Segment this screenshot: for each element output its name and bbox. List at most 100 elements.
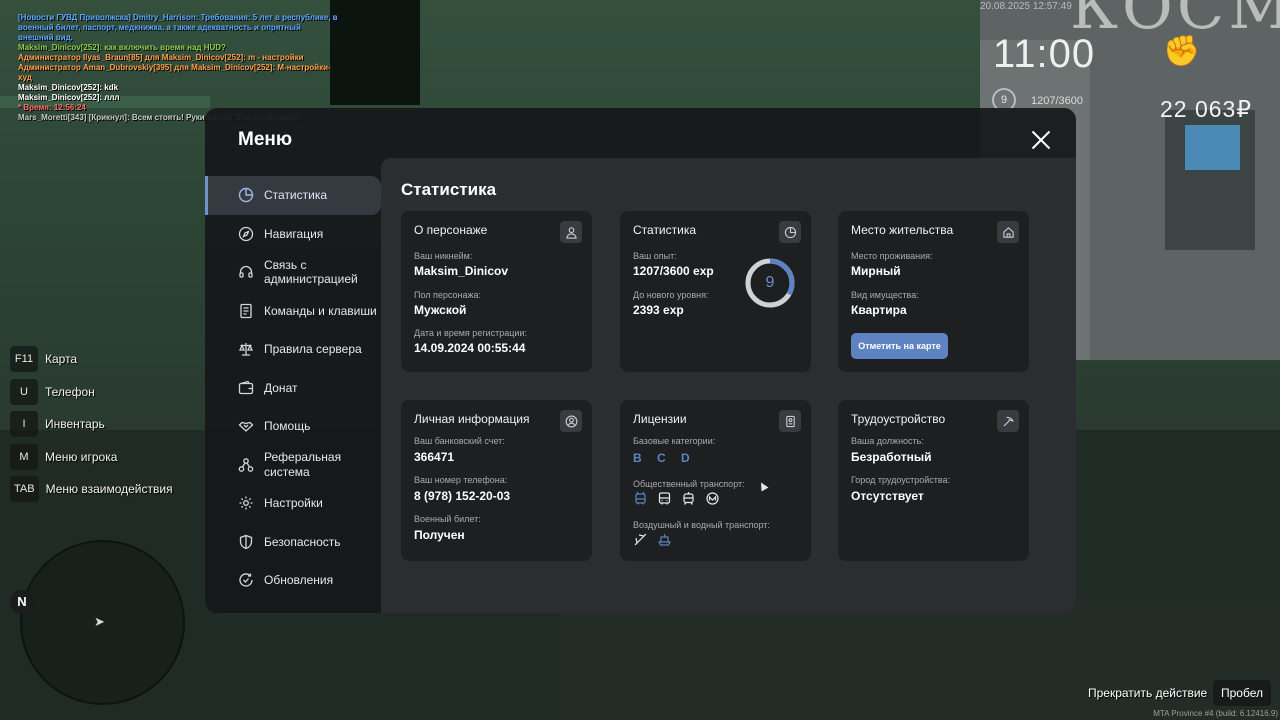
registration-label: Дата и время регистрации: xyxy=(414,328,527,338)
wallet-icon xyxy=(238,380,254,396)
hud-exp: 1207/3600 xyxy=(1031,95,1083,107)
base-categories-value: B C D xyxy=(633,451,696,465)
hotkey-key: I xyxy=(10,411,38,437)
sidebar-item-label: Навигация xyxy=(264,226,324,241)
sidebar-item-donate[interactable]: Донат xyxy=(205,369,381,408)
headset-icon xyxy=(238,264,254,280)
fist-icon: ✊ xyxy=(1163,35,1201,68)
sidebar-item-label: Безопасность xyxy=(264,534,341,549)
hotkey-interaction-menu[interactable]: TAB Меню взаимодействия xyxy=(10,476,173,502)
sidebar-item-label: Помощь xyxy=(264,419,311,433)
nickname-label: Ваш никнейм: xyxy=(414,251,473,261)
registration-value: 14.09.2024 00:55:44 xyxy=(414,341,526,355)
property-label: Вид имущества: xyxy=(851,290,919,300)
chat-line: Maksim_Dinicov[252]: kdk xyxy=(18,83,119,92)
hud-money: 22 063₽ xyxy=(1160,96,1252,122)
sidebar-item-updates[interactable]: Обновления xyxy=(205,561,381,600)
card-residence: Место жительства Место проживания: Мирны… xyxy=(838,211,1029,372)
north-indicator: N xyxy=(10,590,34,614)
panel-title: Статистика xyxy=(401,180,497,199)
hotkey-label: Карта xyxy=(45,352,78,366)
hud-time: 11:00 xyxy=(993,32,1096,76)
property-value: Квартира xyxy=(851,303,907,317)
license-icon xyxy=(779,410,801,432)
sidebar-item-label: Настройки xyxy=(264,496,323,510)
trolleybus-icon xyxy=(635,491,646,505)
menu-window: Меню Статистика Навигация Связь с админи… xyxy=(205,108,1076,613)
compass-icon xyxy=(238,226,254,242)
cancel-action-label: Прекратить действие xyxy=(1088,686,1208,700)
card-employment: Трудоустройство Ваша должность: Безработ… xyxy=(838,400,1029,561)
hotkey-key: U xyxy=(10,378,38,405)
bank-account-value: 366471 xyxy=(414,450,455,464)
sidebar-item-navigation[interactable]: Навигация xyxy=(205,215,381,254)
sidebar-item-statistics[interactable]: Статистика xyxy=(205,176,381,215)
job-city-value: Отсутствует xyxy=(851,489,924,503)
pie-chart-icon xyxy=(238,187,254,203)
next-level-label: До нового уровня: xyxy=(633,290,709,300)
hotkey-label: Меню игрока xyxy=(45,449,118,464)
tram-icon xyxy=(683,492,694,505)
hotkey-label: Инвентарь xyxy=(45,417,105,431)
residence-label: Место проживания: xyxy=(851,251,933,261)
sidebar-item-settings[interactable]: Настройки xyxy=(205,484,381,523)
residence-value: Мирный xyxy=(851,264,901,278)
referral-icon xyxy=(238,457,254,473)
hotkey-map[interactable]: F11 Карта xyxy=(10,346,173,372)
phone-value: 8 (978) 152-20-03 xyxy=(414,489,511,503)
chat-line: Администратор Aman_Dubrovskiy[395] для M… xyxy=(18,63,331,82)
chat-log: [Новости ГУВД Приволжска] Dmitry_Harriso… xyxy=(18,13,338,123)
chat-line: [Новости ГУВД Приволжска] Dmitry_Harriso… xyxy=(18,13,338,42)
card-title: Личная информация xyxy=(414,412,530,426)
bus-icon xyxy=(658,492,671,505)
sidebar-item-label: Правила сервера xyxy=(264,342,362,356)
gender-value: Мужской xyxy=(414,303,467,317)
chat-line: Maksim_Dinicov[252]: как включить время … xyxy=(18,43,226,52)
hotkey-phone[interactable]: U Телефон xyxy=(10,378,173,405)
pickaxe-icon xyxy=(997,410,1019,432)
update-icon xyxy=(238,572,254,588)
hotkey-key: F11 xyxy=(10,346,38,372)
metro-icon xyxy=(706,492,719,505)
hotkey-key: M xyxy=(10,443,38,470)
hotkey-inventory[interactable]: I Инвентарь xyxy=(10,411,173,437)
sidebar-item-commands[interactable]: Команды и клавиши xyxy=(205,292,381,331)
floor-slab xyxy=(560,600,1280,720)
rates-board xyxy=(330,0,420,105)
hotkey-key: TAB xyxy=(10,476,39,502)
card-title: Статистика xyxy=(633,223,697,237)
sidebar-item-referral[interactable]: Реферальная система xyxy=(205,446,381,485)
sidebar-item-help[interactable]: Помощь xyxy=(205,407,381,446)
gear-icon xyxy=(238,495,254,511)
shield-icon xyxy=(238,534,254,550)
statistics-panel: Статистика О персонаже Ваш никнейм: Maks… xyxy=(381,158,1076,613)
atm-screen xyxy=(1185,125,1240,170)
player-arrow-icon: ➤ xyxy=(94,614,105,629)
public-transport-label: Общественный транспорт: xyxy=(633,479,745,489)
hotkey-label: Меню взаимодействия xyxy=(45,482,173,496)
sidebar-item-admin-contact[interactable]: Связь с администрацией xyxy=(205,253,381,292)
mark-on-map-button[interactable]: Отметить на карте xyxy=(851,333,948,359)
sidebar-item-label: Команды и клавиши xyxy=(264,303,377,318)
sidebar-item-security[interactable]: Безопасность xyxy=(205,523,381,562)
close-icon[interactable] xyxy=(1030,129,1052,151)
document-icon xyxy=(238,303,254,319)
sidebar-item-label: Обновления xyxy=(264,573,334,587)
card-personal: Личная информация Ваш банковский счет: 3… xyxy=(401,400,592,561)
card-character: О персонаже Ваш никнейм: Maksim_Dinicov … xyxy=(401,211,592,372)
hotkey-player-menu[interactable]: M Меню игрока xyxy=(10,443,173,470)
air-water-transport-icons xyxy=(633,532,672,547)
home-icon xyxy=(997,221,1019,243)
base-categories-label: Базовые категории: xyxy=(633,436,716,446)
card-statistics: Статистика Ваш опыт: 1207/3600 exp До но… xyxy=(620,211,811,372)
job-city-label: Город трудоустройства: xyxy=(851,475,951,485)
sidebar-item-label: Реферальная система xyxy=(264,450,342,479)
card-title: Место жительства xyxy=(851,223,954,237)
sidebar-item-rules[interactable]: Правила сервера xyxy=(205,330,381,369)
space-key-button[interactable]: Пробел xyxy=(1213,680,1271,706)
phone-label: Ваш номер телефона: xyxy=(414,475,508,485)
sidebar-item-label: Статистика xyxy=(264,188,328,202)
chat-line: Maksim_Dinicov[252]: ллл xyxy=(18,93,120,102)
position-value: Безработный xyxy=(851,450,932,464)
minimap: N ➤ xyxy=(10,540,185,705)
